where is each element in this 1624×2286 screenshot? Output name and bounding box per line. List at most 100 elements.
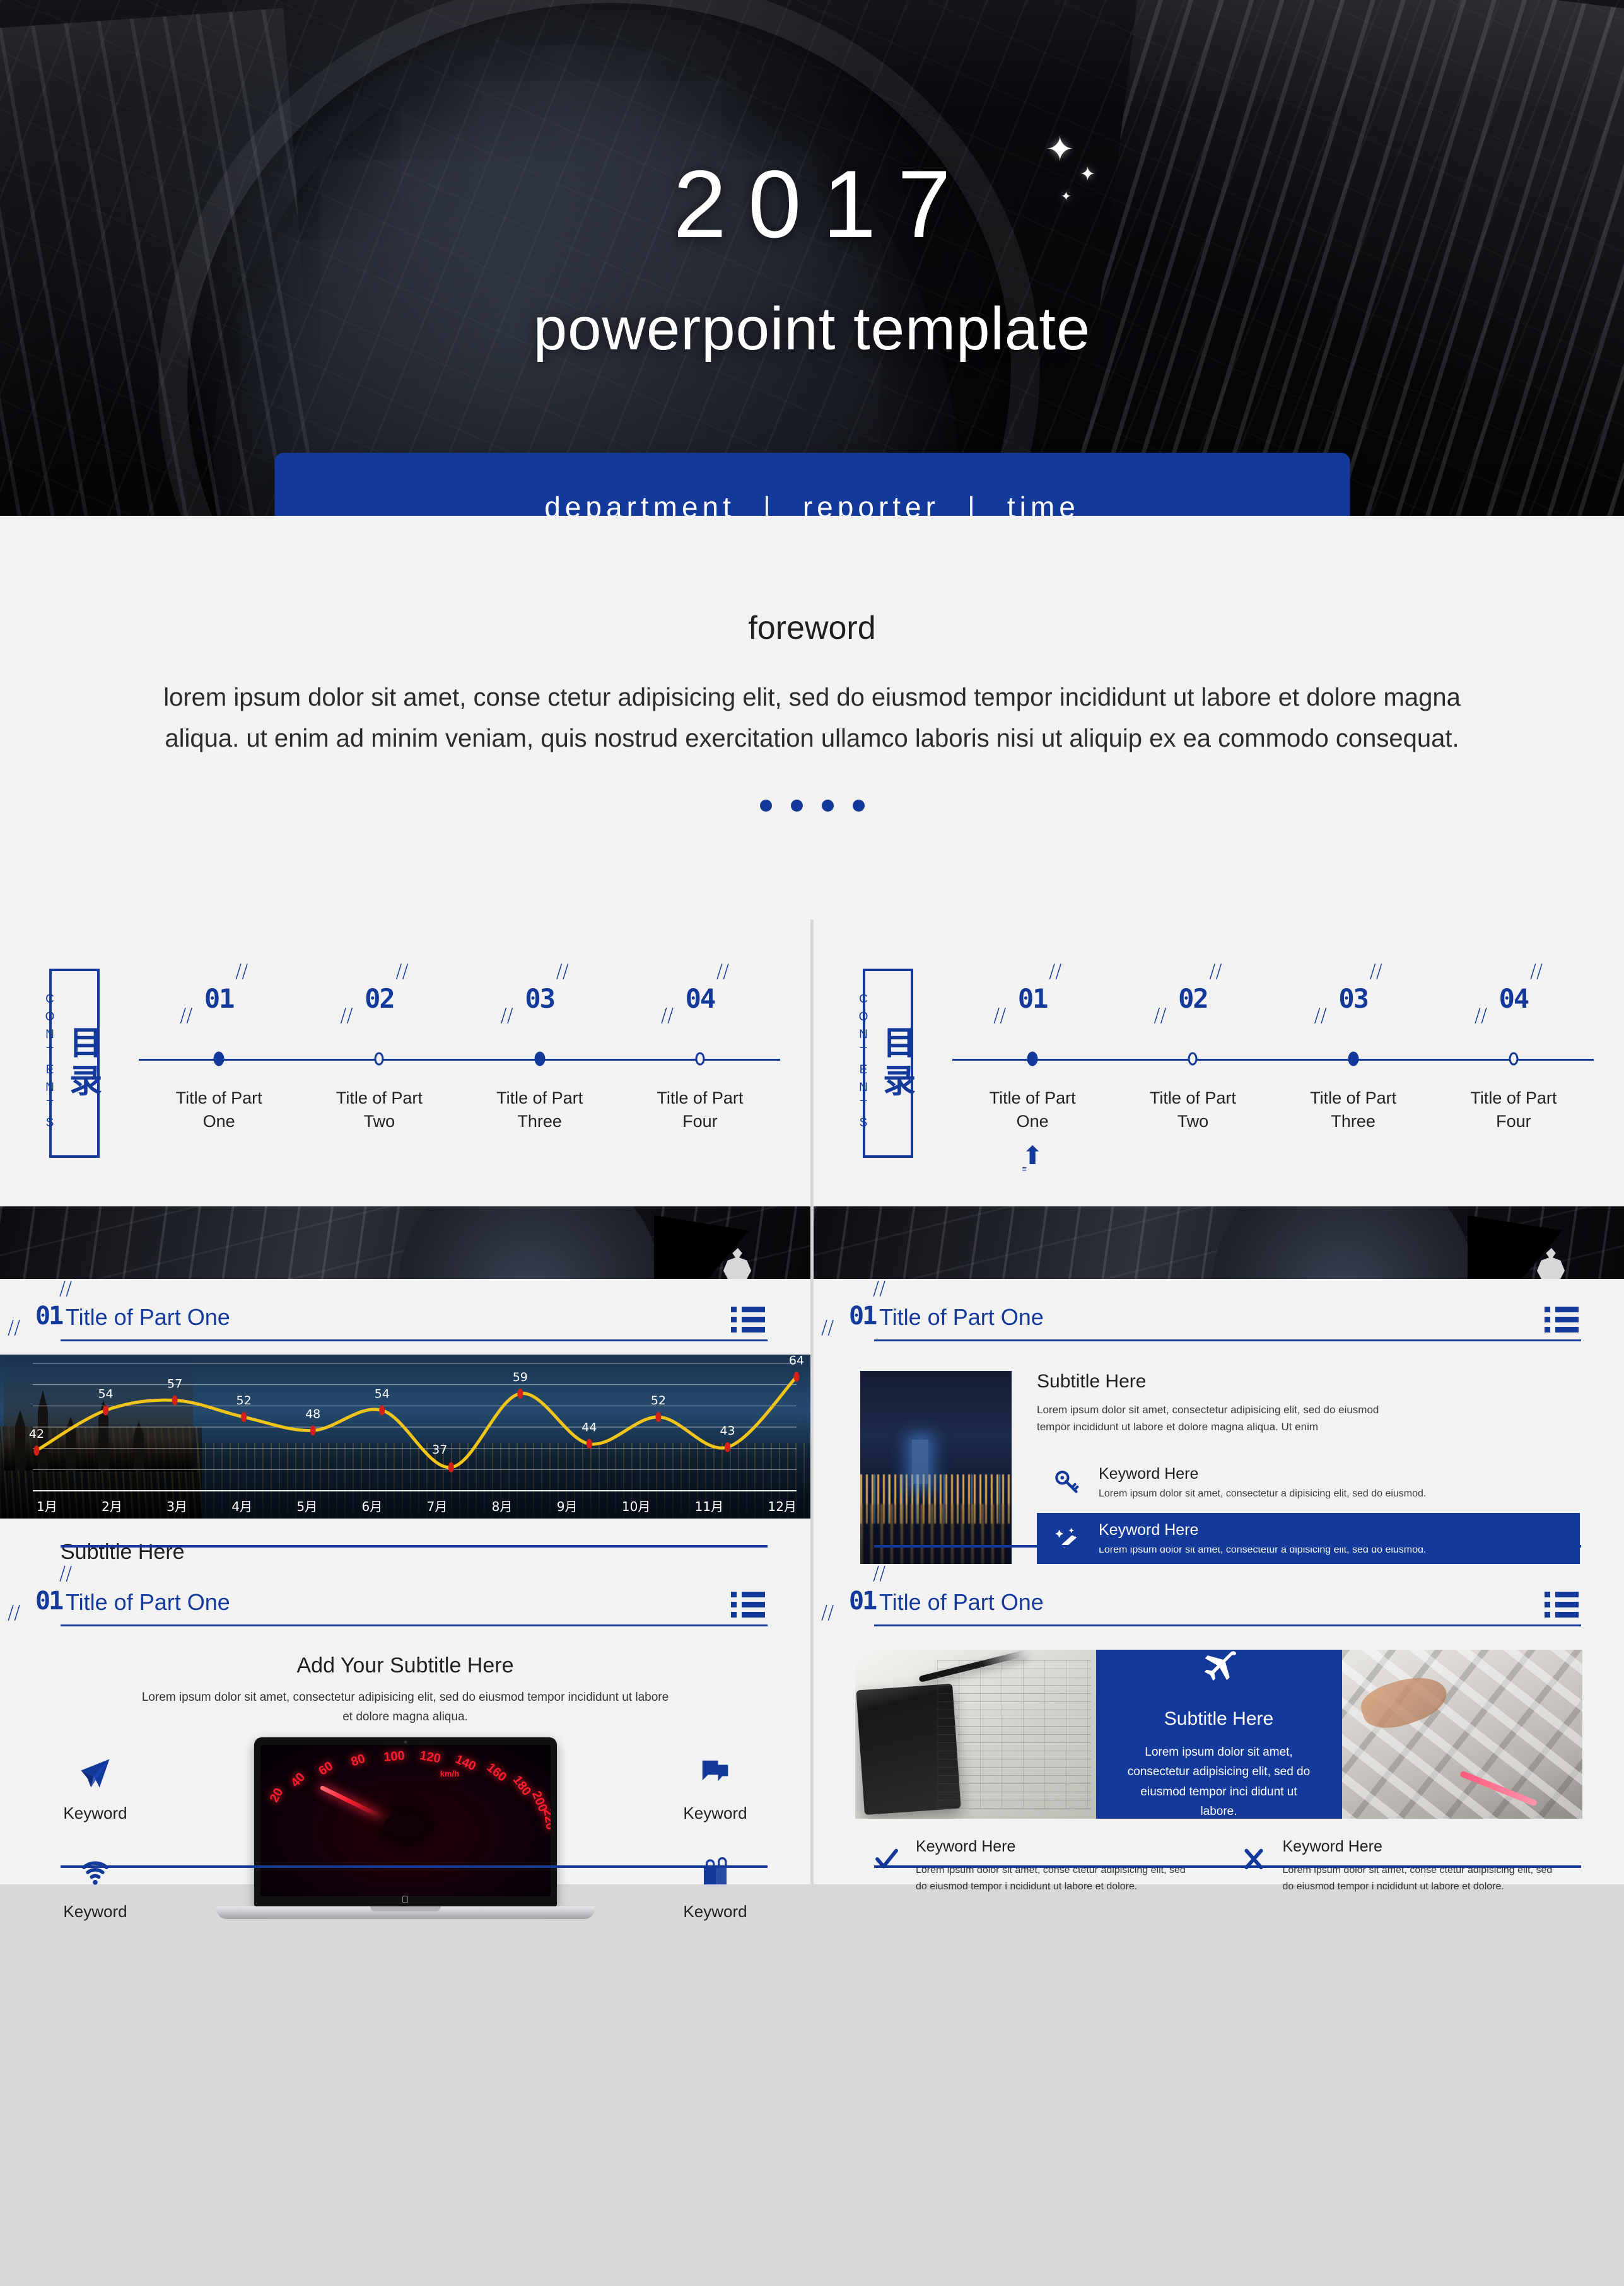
contents-item-03[interactable]: ∕∕ 03 ∕∕ Title of Part Three (460, 960, 620, 1161)
device-body-text: Lorem ipsum dolor sit amet, consectetur … (141, 1691, 669, 1723)
svg-text:64: 64 (789, 1355, 804, 1367)
contents-item-number: 01 (204, 983, 235, 1014)
cover-meta-bar[interactable]: department | reporter | time (274, 453, 1350, 516)
contents-item-01[interactable]: ∕∕ 01 ∕∕ Title of Part One (139, 960, 299, 1161)
svg-text:52: 52 (237, 1394, 252, 1408)
timeline-dot-filled (534, 1051, 546, 1066)
tri-keyword-heading: Keyword Here (916, 1838, 1016, 1855)
slash-decor-icon: ∕∕ (873, 1563, 886, 1585)
tri-center-panel: Subtitle Here Lorem ipsum dolor sit amet… (1095, 1650, 1342, 1819)
keyword-item-text: Lorem ipsum dolor sit amet, consectetur … (1099, 1488, 1427, 1500)
slide-footer-rule (61, 1545, 768, 1548)
current-section-arrow-up-icon: ⬆ ≡ (1022, 1141, 1043, 1174)
timeline-dot-filled (213, 1051, 225, 1066)
slash-decor-icon: ∕∕ (235, 960, 248, 983)
svg-text:44: 44 (581, 1421, 597, 1435)
list-icon[interactable] (1545, 1592, 1579, 1622)
keyword-subtitle: Subtitle Here (1037, 1371, 1147, 1392)
tri-center-heading: Subtitle Here (1164, 1708, 1274, 1729)
slash-decor-icon: ∕∕ (1314, 1004, 1327, 1027)
slash-decor-icon: ∕∕ (993, 1004, 1007, 1027)
laptop-notch (370, 1906, 441, 1911)
line-chart: 42 54 57 52 48 54 37 59 44 52 43 64 1月 2月 3月 4月 5月 6月 7月 8… (0, 1355, 810, 1519)
chart-x-tick-label: 9月 (556, 1499, 578, 1514)
slide-footer-rule (874, 1865, 1581, 1868)
svg-text:54: 54 (98, 1387, 113, 1401)
slash-decor-icon: ∕∕ (556, 960, 569, 983)
device-corner-bottom-right[interactable]: Keyword (643, 1855, 788, 1922)
laptop-mockup: 20406080100120140160180200220km/h  (216, 1737, 595, 1919)
chart-plot-area: 42 54 57 52 48 54 37 59 44 52 43 64 (29, 1355, 804, 1491)
contents-item-04[interactable]: ∕∕ 04 ∕∕ Title of Part Four (1434, 960, 1594, 1161)
contents-slide-b: CONTENTS 目录 ∕∕ 01 ∕∕ Title of Part One ⬆… (814, 919, 1624, 1206)
tri-center-text: Lorem ipsum dolor sit amet, consectetur … (1127, 1745, 1311, 1818)
divider-arch-decor (1208, 1206, 1485, 1279)
timeline-dot-filled (1027, 1051, 1038, 1066)
cover-left-facade-decor (0, 8, 322, 516)
contents-item-03[interactable]: ∕∕ 03 ∕∕ Title of Part Three (1273, 960, 1434, 1161)
contents-slide-a: CONTENTS 目录 ∕∕ 01 ∕∕ Title of Part One ∕… (0, 919, 810, 1206)
device-corner-bottom-left[interactable]: Keyword (23, 1855, 168, 1922)
pen-decor (918, 1650, 1028, 1683)
chart-x-tick-label: 5月 (296, 1499, 318, 1514)
contents-item-02[interactable]: ∕∕ 02 ∕∕ Title of Part Two (1113, 960, 1273, 1161)
tri-photo-slide: ∕∕ 01 ∕∕ Title of Part One Subtitle Here… (814, 1563, 1624, 1892)
contents-label-en: CONTENTS (856, 992, 870, 1134)
speedometer-number: 120 (419, 1749, 442, 1766)
content-row-2: ∕∕ 01 ∕∕ Title of Part One Add Your Subt… (0, 1563, 1624, 1921)
speedometer-number: 100 (383, 1749, 406, 1764)
svg-text:57: 57 (167, 1377, 182, 1391)
slide-title: Title of Part One (879, 1304, 1044, 1330)
slash-decor-icon: ∕∕ (821, 1602, 834, 1624)
list-icon[interactable] (731, 1592, 765, 1622)
tri-keyword-row: Keyword Here Lorem ipsum dolor sit amet,… (814, 1819, 1624, 1895)
slide-number: 01 (35, 1302, 64, 1331)
slide-header: ∕∕ 01 ∕∕ Title of Part One (814, 1563, 1624, 1640)
section-divider-row (0, 1206, 1624, 1279)
slash-decor-icon: ∕∕ (873, 1278, 886, 1300)
paper-plane-icon (78, 1759, 112, 1793)
speedometer-number: 160 (484, 1760, 509, 1785)
slash-decor-icon: ∕∕ (8, 1602, 21, 1624)
device-corner-top-left[interactable]: Keyword (23, 1756, 168, 1823)
foreword-body: lorem ipsum dolor sit amet, conse ctetur… (163, 684, 1461, 752)
svg-text:54: 54 (375, 1387, 390, 1401)
laptop-screen: 20406080100120140160180200220km/h  (254, 1737, 557, 1906)
cover-year: 2017 (673, 151, 973, 258)
chart-x-tick-label: 10月 (621, 1499, 651, 1514)
check-icon (874, 1838, 902, 1875)
device-corner-top-right[interactable]: Keyword (643, 1756, 788, 1823)
svg-text:59: 59 (513, 1370, 528, 1384)
list-icon[interactable] (731, 1307, 765, 1337)
cover-reporter: reporter (802, 491, 940, 516)
speedometer-number: 20 (267, 1785, 286, 1805)
timeline-dot-hollow (1188, 1052, 1198, 1065)
contents-label-box: CONTENTS 目录 (857, 968, 915, 1158)
speedometer-photo: 20 40 60 80 100 120 140 160 180 200 220 km/h (260, 1744, 551, 1896)
contents-item-number: 04 (1498, 983, 1530, 1014)
cover-slide: ✦ ✦ ✦ 2017 powerpoint template departmen… (0, 0, 1624, 516)
contents-item-label: Title of Part One (989, 1088, 1076, 1131)
contents-item-04[interactable]: ∕∕ 04 ∕∕ Title of Part Four (620, 960, 780, 1161)
svg-text:48: 48 (305, 1407, 320, 1421)
cover-time: time (1007, 491, 1080, 516)
timeline-dot-filled (1348, 1051, 1359, 1066)
section-divider-slide-a (0, 1206, 810, 1279)
keyword-item-active[interactable]: Keyword Here Lorem ipsum dolor sit amet,… (1037, 1513, 1580, 1566)
contents-item-number: 04 (685, 983, 716, 1014)
section-divider-slide-b (814, 1206, 1624, 1279)
speedometer-hub (383, 1813, 428, 1840)
contents-item-02[interactable]: ∕∕ 02 ∕∕ Title of Part Two (299, 960, 459, 1161)
cover-meta-bar-text: department | reporter | time (544, 490, 1080, 516)
keyword-item[interactable]: Keyword Here Lorem ipsum dolor sit amet,… (1037, 1457, 1580, 1510)
laptop-base (216, 1906, 595, 1919)
chat-bubbles-icon (698, 1760, 732, 1793)
speedometer-number: 220 (540, 1807, 551, 1831)
cover-separator-2: | (967, 491, 979, 516)
foreword-dot (759, 799, 772, 812)
divider-arch-decor (394, 1206, 672, 1279)
list-icon[interactable] (1545, 1307, 1579, 1337)
contents-item-01[interactable]: ∕∕ 01 ∕∕ Title of Part One ⬆ ≡ (952, 960, 1113, 1173)
slash-decor-icon: ∕∕ (1209, 960, 1222, 983)
photo-tower-highlight (912, 1440, 928, 1484)
